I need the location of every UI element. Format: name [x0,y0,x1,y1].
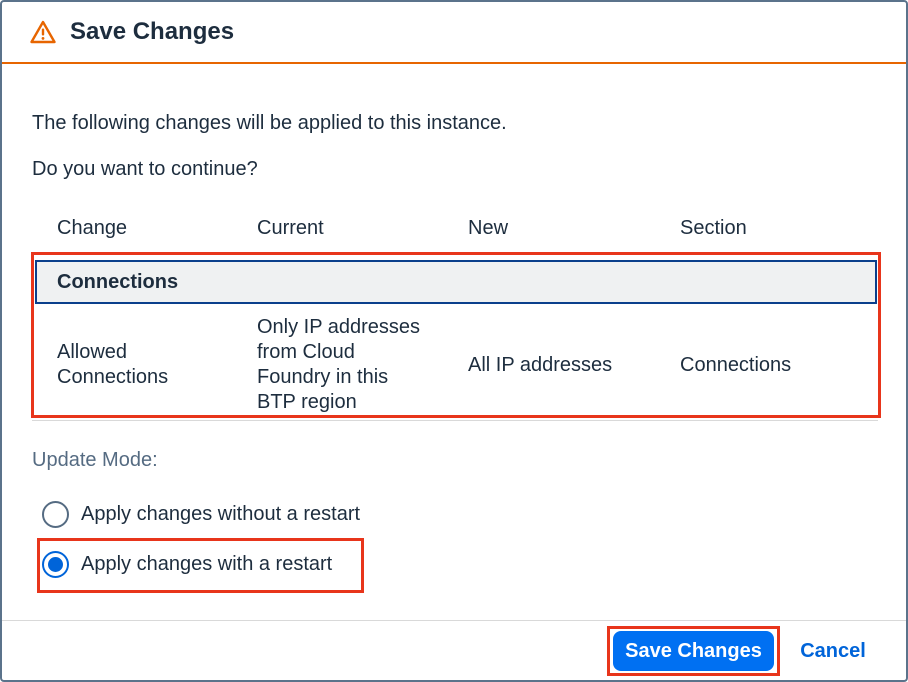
column-header-change: Change [57,217,128,239]
save-changes-dialog: Save Changes The following changes will … [0,0,908,682]
dialog-title: Save Changes [70,18,235,45]
warning-icon [30,20,56,44]
column-header-current: Current [257,217,324,239]
message-line-1: The following changes will be applied to… [32,112,507,134]
update-mode-label: Update Mode: [32,449,158,471]
footer-divider [2,620,906,621]
radio-without-restart[interactable]: Apply changes without a restart [42,501,360,528]
highlight-frame-radio [37,538,364,593]
cancel-button[interactable]: Cancel [788,631,878,671]
message-line-2: Do you want to continue? [32,158,258,180]
column-header-section: Section [680,217,747,239]
column-header-new: New [468,217,509,239]
dialog-header: Save Changes [2,2,906,64]
highlight-frame-save [607,626,780,676]
highlight-frame-table [31,252,881,418]
radio-label: Apply changes without a restart [81,503,361,525]
row-divider [32,420,878,421]
radio-unchecked-icon[interactable] [42,501,69,528]
